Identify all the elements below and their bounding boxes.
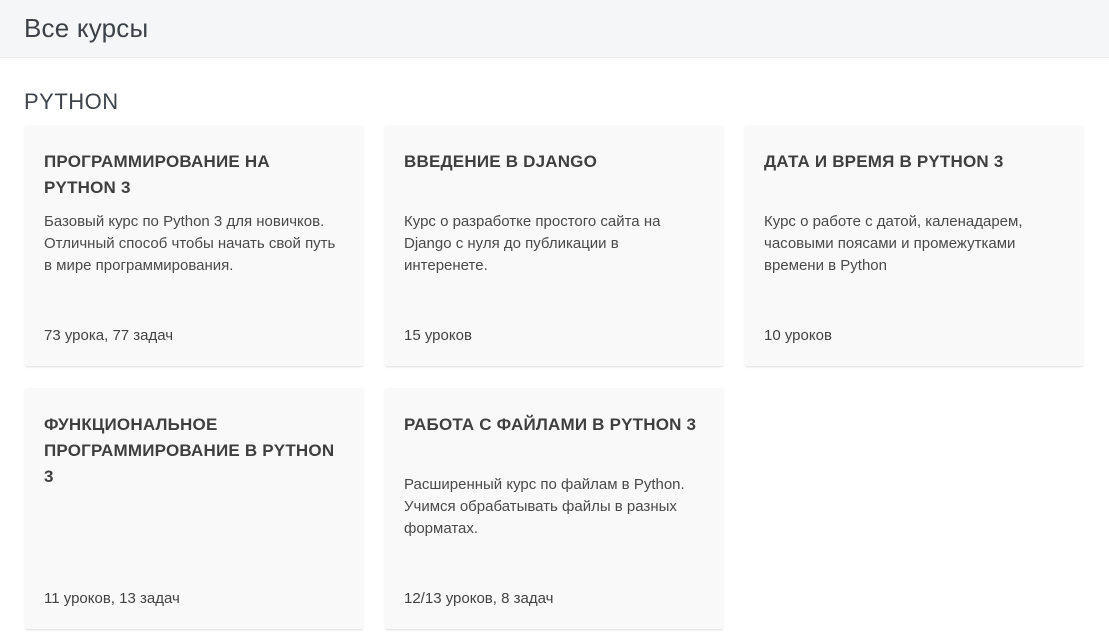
course-title: РАБОТА С ФАЙЛАМИ В PYTHON 3 xyxy=(404,412,704,464)
course-stats: 10 уроков xyxy=(764,326,1064,346)
course-card-intro-django[interactable]: ВВЕДЕНИЕ В DJANGO Курс о разработке прос… xyxy=(384,125,724,366)
course-title: ФУНКЦИОНАЛЬНОЕ ПРОГРАММИРОВАНИЕ В PYTHON… xyxy=(44,412,344,490)
page-header: Все курсы xyxy=(0,0,1109,58)
course-description: Базовый курс по Python 3 для новичков. О… xyxy=(44,211,336,277)
course-stats: 11 уроков, 13 задач xyxy=(44,589,344,609)
course-title: ВВЕДЕНИЕ В DJANGO xyxy=(404,149,704,201)
course-card-date-time-python3[interactable]: ДАТА И ВРЕМЯ В PYTHON 3 Курс о работе с … xyxy=(744,125,1084,366)
course-grid: ПРОГРАММИРОВАНИЕ НА PYTHON 3 Базовый кур… xyxy=(24,125,1084,629)
course-stats: 15 уроков xyxy=(404,326,704,346)
course-card-files-python3[interactable]: РАБОТА С ФАЙЛАМИ В PYTHON 3 Расширенный … xyxy=(384,388,724,629)
course-title: ПРОГРАММИРОВАНИЕ НА PYTHON 3 xyxy=(44,149,344,201)
course-card-functional-programming-python3[interactable]: ФУНКЦИОНАЛЬНОЕ ПРОГРАММИРОВАНИЕ В PYTHON… xyxy=(24,388,364,629)
course-card-programming-python3[interactable]: ПРОГРАММИРОВАНИЕ НА PYTHON 3 Базовый кур… xyxy=(24,125,364,366)
course-description: Курс о работе с датой, каленадарем, часо… xyxy=(764,211,1056,277)
page-title: Все курсы xyxy=(24,13,148,44)
section-title-python: PYTHON xyxy=(24,89,1084,115)
course-description: Расширенный курс по файлам в Python. Учи… xyxy=(404,474,696,540)
course-stats: 12/13 уроков, 8 задач xyxy=(404,589,704,609)
courses-page: PYTHON ПРОГРАММИРОВАНИЕ НА PYTHON 3 Базо… xyxy=(0,89,1109,629)
course-stats: 73 урока, 77 задач xyxy=(44,326,344,346)
course-description: Курс о разработке простого сайта на Djan… xyxy=(404,211,696,277)
course-title: ДАТА И ВРЕМЯ В PYTHON 3 xyxy=(764,149,1064,201)
